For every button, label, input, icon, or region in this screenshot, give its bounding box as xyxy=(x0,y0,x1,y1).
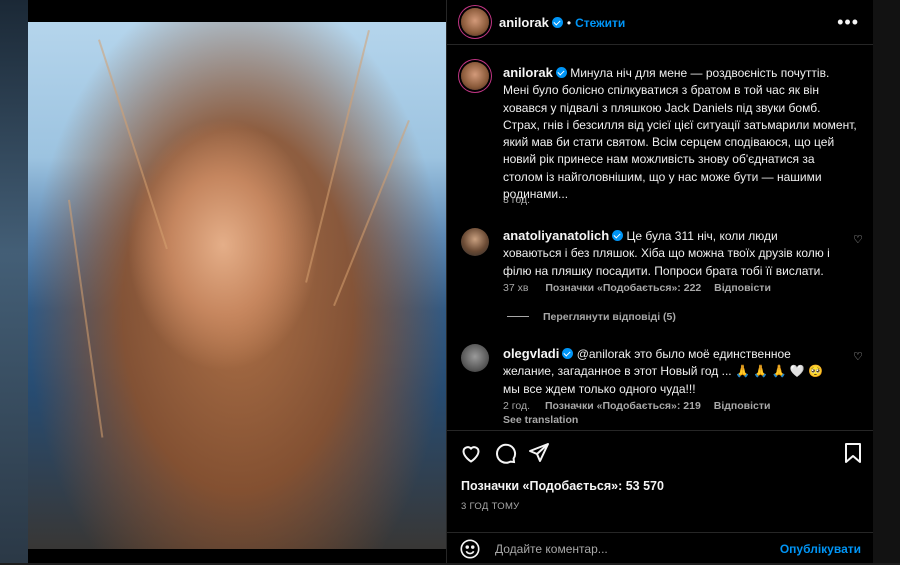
reply-button[interactable]: Відповісти xyxy=(714,282,771,294)
comment-meta: 2 год. Позначки «Подобається»: 219 Відпо… xyxy=(503,400,770,412)
caption-text-block: anilorak Минула ніч для мене — роздвоєні… xyxy=(503,64,857,203)
avatar[interactable] xyxy=(461,62,489,90)
verified-icon xyxy=(612,230,624,241)
comment-likes[interactable]: Позначки «Подобається»: 219 xyxy=(545,400,701,412)
photo-detail xyxy=(305,30,370,283)
avatar[interactable] xyxy=(461,228,489,256)
comment-time: 2 год. xyxy=(503,400,531,412)
follow-button[interactable]: Стежити xyxy=(575,16,625,30)
photo-detail xyxy=(333,120,410,307)
author-username[interactable]: anilorak xyxy=(499,15,549,30)
see-translation-button[interactable]: See translation xyxy=(503,414,578,426)
publish-button[interactable]: Опублікувати xyxy=(780,542,861,556)
background-right xyxy=(872,0,900,563)
emoji-icon[interactable] xyxy=(459,538,483,562)
caption-author[interactable]: anilorak xyxy=(503,65,553,80)
comments-list: anilorak Минула ніч для мене — роздвоєні… xyxy=(447,44,873,430)
comment-input[interactable]: Додайте коментар... xyxy=(495,542,608,556)
see-translation-label: See translation xyxy=(503,414,579,426)
verified-icon xyxy=(562,348,574,359)
post-actions: Позначки «Подобається»: 53 570 3 ГОД ТОМ… xyxy=(447,430,873,564)
comment-icon[interactable] xyxy=(493,441,517,465)
add-comment-bar: Додайте коментар... Опублікувати xyxy=(447,532,873,565)
separator-dot: • xyxy=(566,16,572,30)
like-comment-heart-icon[interactable]: ♡ xyxy=(853,352,863,363)
background-blur-left xyxy=(0,0,28,563)
heart-icon[interactable] xyxy=(459,441,483,465)
post-timestamp[interactable]: 3 ГОД ТОМУ xyxy=(461,501,520,512)
bookmark-icon[interactable] xyxy=(841,441,865,465)
avatar[interactable] xyxy=(461,8,489,36)
view-replies-button[interactable]: Переглянути відповіді (5) xyxy=(507,311,676,323)
comment-meta: 37 хв Позначки «Подобається»: 222 Відпов… xyxy=(503,282,771,294)
verified-icon xyxy=(551,17,563,28)
comment-text-block: olegvladi @anilorak это было моё единств… xyxy=(503,345,837,398)
photo-letterbox-bottom xyxy=(28,549,446,563)
post-photo[interactable] xyxy=(28,0,446,563)
verified-icon xyxy=(555,67,567,78)
comment-author[interactable]: olegvladi xyxy=(503,346,559,361)
post-header: anilorak • Стежити ••• xyxy=(447,0,873,45)
comment-author[interactable]: anatoliyanatolich xyxy=(503,228,609,243)
comment-likes[interactable]: Позначки «Подобається»: 222 xyxy=(545,282,701,294)
photo-detail xyxy=(68,199,104,438)
reply-button[interactable]: Відповісти xyxy=(714,400,771,412)
comment-text-block: anatoliyanatolich Це була 311 ніч, коли … xyxy=(503,227,837,280)
share-icon[interactable] xyxy=(527,441,551,465)
replies-divider xyxy=(507,316,529,317)
like-comment-heart-icon[interactable]: ♡ xyxy=(853,235,863,246)
post-detail-panel: anilorak • Стежити ••• anilorak Минула ніч… xyxy=(446,0,873,563)
avatar[interactable] xyxy=(461,344,489,372)
photo-detail xyxy=(98,39,168,250)
caption-time: 3 год. xyxy=(503,194,531,206)
more-icon[interactable]: ••• xyxy=(837,12,859,33)
caption-text: Минула ніч для мене — роздвоєність почут… xyxy=(503,66,857,202)
post-likes-count[interactable]: Позначки «Подобається»: 53 570 xyxy=(461,479,664,493)
view-replies-label: Переглянути відповіді (5) xyxy=(543,311,676,323)
photo-letterbox-top xyxy=(28,0,446,22)
comment-time: 37 хв xyxy=(503,282,529,294)
header-identity: anilorak • Стежити xyxy=(499,14,625,32)
